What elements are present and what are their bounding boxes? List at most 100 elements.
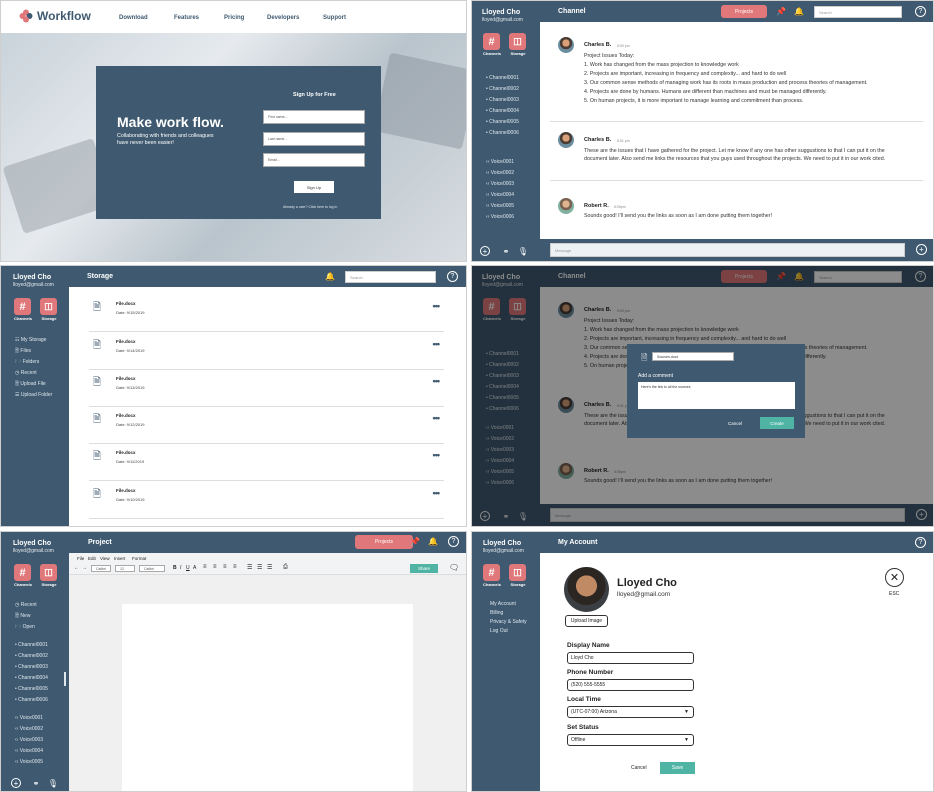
more-options-icon[interactable]: ••• [433, 301, 441, 311]
menu-file[interactable]: File [77, 556, 84, 561]
nav-features[interactable]: Features [174, 15, 199, 21]
add-circle-icon[interactable]: + [480, 246, 490, 256]
sidebar-item-voice[interactable]: ‹‹ Voice0001 [15, 715, 43, 721]
sidebar-item-recent[interactable]: ◷ Recent [15, 370, 37, 376]
align-center-icon[interactable]: ≡ [213, 564, 217, 570]
microphone-icon[interactable]: 🎙 [48, 778, 58, 788]
print-icon[interactable]: ⎙ [283, 564, 288, 571]
pin-icon[interactable]: 📌 [410, 536, 420, 546]
menu-format[interactable]: Format [132, 556, 146, 561]
sidebar-item-billing[interactable]: Billing [490, 610, 503, 616]
sidebar-item-privacy[interactable]: Privacy & Safety [490, 619, 527, 625]
nav-download[interactable]: Download [119, 15, 148, 21]
sidebar-item-new[interactable]: 🗎 New [15, 613, 30, 621]
share-button[interactable]: Share [410, 564, 438, 573]
close-icon[interactable]: ✕ [885, 568, 904, 587]
bell-icon[interactable]: 🔔 [794, 6, 804, 16]
sidebar-item-channel[interactable]: • Channel0005 [486, 119, 519, 125]
last-name-input[interactable]: Last name... [263, 132, 365, 146]
help-icon[interactable]: ? [915, 6, 926, 17]
sidebar-item-channel[interactable]: • Channel0006 [15, 697, 48, 703]
sidebar-item-channel[interactable]: • Channel0006 [486, 130, 519, 136]
redo-icon[interactable]: → [82, 565, 87, 571]
message-input[interactable]: Message [550, 243, 905, 257]
user-name[interactable]: Lloyed Cho [13, 274, 51, 282]
sidebar-item-channel[interactable]: • Channel0002 [486, 86, 519, 92]
sidebar-item-voice[interactable]: ‹‹ Voice0005 [486, 203, 514, 209]
channels-tile[interactable]: # [14, 298, 31, 315]
menu-view[interactable]: View [100, 556, 110, 561]
chat-icon[interactable]: 🗨 [449, 563, 459, 572]
sidebar-item-logout[interactable]: Log Out [490, 628, 508, 634]
bell-icon[interactable]: 🔔 [428, 536, 438, 546]
sidebar-item-my-storage[interactable]: ☷ My Storage [15, 337, 46, 343]
status-select[interactable]: Offline ▼ [567, 734, 694, 746]
bold-icon[interactable]: B [173, 565, 177, 571]
microphone-icon[interactable]: 🎙 [518, 246, 528, 256]
first-name-input[interactable]: First name... [263, 110, 365, 124]
add-circle-icon[interactable]: + [916, 244, 927, 255]
search-input[interactable]: Search [345, 271, 436, 283]
text-color-icon[interactable]: A [193, 565, 196, 571]
more-options-icon[interactable]: ••• [433, 376, 441, 386]
font-select[interactable]: Calibri [91, 565, 111, 572]
sidebar-item-channel[interactable]: • Channel0003 [486, 97, 519, 103]
sidebar-item-voice[interactable]: ‹‹ Voice0002 [15, 726, 43, 732]
nav-pricing[interactable]: Pricing [224, 15, 244, 21]
sidebar-item-channel[interactable]: • Channel0002 [15, 653, 48, 659]
bullet-list-icon[interactable]: ☰ [247, 564, 252, 571]
pin-icon[interactable]: 📌 [776, 6, 786, 16]
file-row[interactable]: 🗎 File.docx Date: 9/13/2019 ••• [89, 370, 444, 407]
more-options-icon[interactable]: ••• [433, 450, 441, 460]
email-input[interactable]: Email... [263, 153, 365, 167]
sidebar-item-voice[interactable]: ‹‹ Voice0004 [486, 192, 514, 198]
file-row[interactable]: 🗎 File.docx Date: 9/10/2019 ••• [89, 482, 444, 519]
nav-support[interactable]: Support [323, 15, 346, 21]
file-row[interactable]: 🗎 File.docx Date: 9/12/2019 ••• [89, 407, 444, 444]
comment-textarea[interactable]: Here's the link to all the sources [638, 382, 795, 409]
sidebar-item-voice[interactable]: ‹‹ Voice0003 [486, 181, 514, 187]
save-button[interactable]: Save [660, 762, 695, 774]
channels-tile[interactable]: # [14, 564, 31, 581]
storage-tile[interactable]: ◫ [509, 33, 526, 50]
brand-name[interactable]: Workflow [37, 9, 91, 23]
help-icon[interactable]: ? [448, 536, 459, 547]
font-select-secondary[interactable]: Calibri [139, 565, 165, 572]
headphones-icon[interactable]: ⚭ [31, 778, 41, 788]
projects-button[interactable]: Projects [721, 5, 767, 18]
numbered-list-icon[interactable]: ☰ [257, 564, 262, 571]
document-page[interactable] [122, 604, 413, 791]
sidebar-item-channel[interactable]: • Channel0001 [15, 642, 48, 648]
signup-button[interactable]: Sign Up [294, 181, 334, 193]
undo-icon[interactable]: ← [74, 565, 79, 571]
search-input[interactable]: Search [814, 6, 902, 18]
phone-number-field[interactable]: (520) 555-5555 [567, 679, 694, 691]
attached-file-field[interactable]: Sources.docx [652, 352, 734, 361]
display-name-field[interactable]: Lloyd Cho [567, 652, 694, 664]
help-icon[interactable]: ? [915, 537, 926, 548]
cancel-button[interactable]: Cancel [631, 765, 647, 771]
headphones-icon[interactable]: ⚭ [501, 246, 511, 256]
sidebar-item-upload-folder[interactable]: ☰ Upload Folder [15, 392, 52, 398]
sidebar-item-voice[interactable]: ‹‹ Voice0005 [15, 759, 43, 765]
storage-tile[interactable]: ◫ [40, 298, 57, 315]
sidebar-item-files[interactable]: 🗎 Files [15, 348, 31, 356]
more-options-icon[interactable]: ••• [433, 488, 441, 498]
file-row[interactable]: 🗎 File.docx Date: 9/15/2019 ••• [89, 295, 444, 332]
indent-icon[interactable]: ☰ [267, 564, 272, 571]
projects-button[interactable]: Projects [355, 535, 413, 549]
sidebar-item-voice[interactable]: ‹‹ Voice0004 [15, 748, 43, 754]
sidebar-item-voice[interactable]: ‹‹ Voice0006 [486, 214, 514, 220]
menu-insert[interactable]: Insert [114, 556, 125, 561]
login-link[interactable]: Already a user? Click here to log in [283, 205, 337, 209]
align-right-icon[interactable]: ≡ [223, 564, 227, 570]
sidebar-item-channel[interactable]: • Channel0001 [486, 75, 519, 81]
storage-tile[interactable]: ◫ [40, 564, 57, 581]
align-left-icon[interactable]: ≡ [203, 564, 207, 570]
more-options-icon[interactable]: ••• [433, 413, 441, 423]
sidebar-item-my-account[interactable]: My Account [490, 601, 516, 607]
bell-icon[interactable]: 🔔 [325, 271, 335, 281]
local-time-select[interactable]: (UTC-07:00) Arizona ▼ [567, 706, 694, 718]
sidebar-item-channel[interactable]: • Channel0004 [486, 108, 519, 114]
sidebar-scrollbar[interactable] [64, 672, 66, 686]
